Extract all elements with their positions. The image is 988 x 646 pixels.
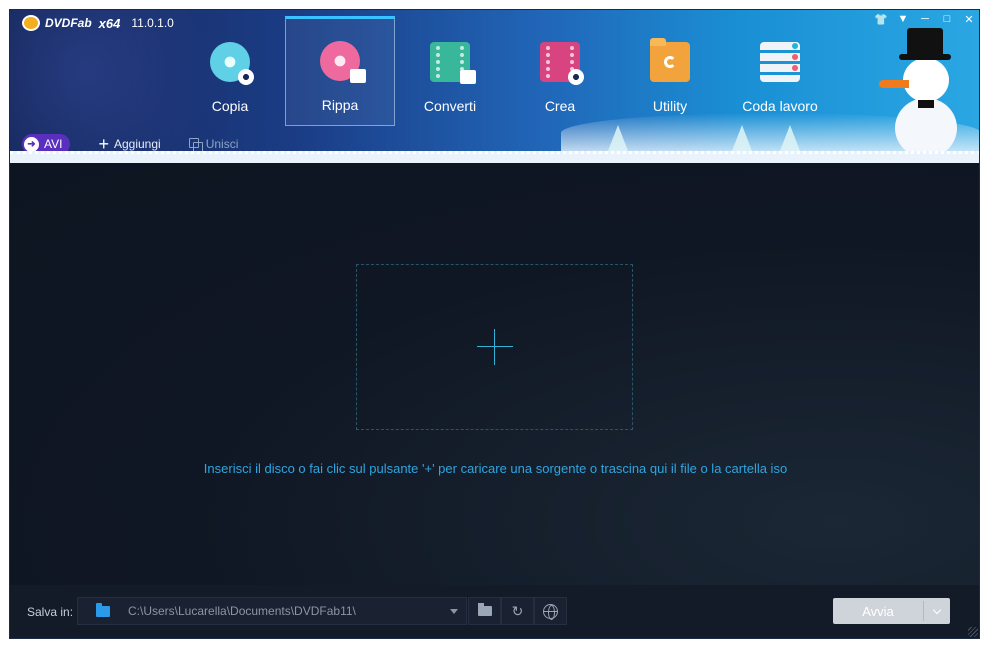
nav-label: Copia [211, 98, 249, 114]
open-folder-icon [477, 603, 492, 616]
window-controls: 👕 ▼ ─ □ ✕ [873, 12, 977, 26]
header-banner: DVDFab x64 11.0.1.0 👕 ▼ ─ □ ✕ Copia Ripp… [10, 10, 979, 163]
output-format-label: AVI [44, 137, 63, 151]
arrow-right-icon: ➜ [24, 136, 39, 152]
start-options-button[interactable] [924, 598, 950, 624]
dvdfab-logo-icon [22, 15, 40, 31]
save-path-dropdown[interactable]: C:\Users\Lucarella\Documents\DVDFab11\ [77, 597, 467, 625]
maximize-icon[interactable]: □ [939, 12, 955, 26]
main-nav: Copia Rippa Converti Crea Utility Coda l… [175, 16, 835, 126]
snow-border-decoration [10, 151, 979, 163]
browse-folder-button[interactable] [468, 597, 501, 625]
footer-bar: Salva in: C:\Users\Lucarella\Documents\D… [10, 585, 979, 638]
minimize-icon[interactable]: ─ [917, 12, 933, 26]
add-source-zone[interactable] [356, 264, 633, 430]
nav-label: Coda lavoro [742, 98, 818, 114]
globe-icon [543, 603, 558, 620]
folder-utility-icon [650, 38, 690, 82]
nav-utility[interactable]: Utility [615, 16, 725, 126]
nav-converti[interactable]: Converti [395, 16, 505, 126]
folder-icon [96, 602, 110, 617]
nav-label: Utility [652, 98, 688, 114]
app-arch: x64 [98, 15, 121, 31]
save-location-label: Salva in: [27, 605, 74, 619]
plus-icon [476, 329, 513, 365]
refresh-icon: ↻ [511, 602, 524, 619]
nav-coda-lavoro[interactable]: Coda lavoro [725, 16, 835, 126]
tree-decoration [732, 125, 752, 151]
app-name: DVDFab [45, 16, 92, 30]
plus-icon: + [98, 134, 109, 154]
drop-hint: Inserisci il disco o fai clic sul pulsan… [203, 461, 788, 476]
start-button[interactable]: Avvia [833, 598, 923, 624]
resize-grip[interactable] [968, 627, 978, 637]
disc-rip-icon [320, 41, 366, 83]
nav-label: Rippa [321, 97, 359, 113]
web-button[interactable] [534, 597, 567, 625]
save-path-value: C:\Users\Lucarella\Documents\DVDFab11\ [128, 604, 356, 618]
merge-button[interactable]: Unisci [188, 137, 239, 152]
menu-icon[interactable]: ▼ [895, 12, 911, 26]
nav-label: Converti [423, 98, 477, 114]
drop-area[interactable]: Inserisci il disco o fai clic sul pulsan… [10, 163, 979, 585]
chevron-down-icon [932, 605, 942, 614]
task-queue-icon [760, 42, 800, 82]
merge-label: Unisci [205, 137, 239, 151]
film-convert-icon [430, 42, 476, 84]
nav-label: Crea [544, 98, 576, 114]
app-window: DVDFab x64 11.0.1.0 👕 ▼ ─ □ ✕ Copia Ripp… [9, 9, 980, 639]
nav-copia[interactable]: Copia [175, 16, 285, 126]
shirt-icon[interactable]: 👕 [873, 12, 889, 26]
add-label: Aggiungi [113, 137, 161, 151]
nav-crea[interactable]: Crea [505, 16, 615, 126]
refresh-button[interactable]: ↻ [501, 597, 534, 625]
merge-icon [188, 138, 203, 152]
caret-down-icon [450, 609, 458, 614]
film-create-icon [540, 42, 584, 85]
app-logo: DVDFab x64 11.0.1.0 [22, 15, 174, 31]
close-icon[interactable]: ✕ [961, 12, 977, 26]
disc-copy-icon [210, 42, 254, 85]
add-button[interactable]: + Aggiungi [98, 134, 161, 154]
snowman-decoration [879, 28, 965, 158]
nav-rippa[interactable]: Rippa [285, 16, 395, 126]
app-version: 11.0.1.0 [131, 16, 174, 30]
tree-decoration [780, 125, 800, 151]
start-button-group: Avvia [833, 598, 950, 624]
tree-decoration [608, 125, 628, 151]
